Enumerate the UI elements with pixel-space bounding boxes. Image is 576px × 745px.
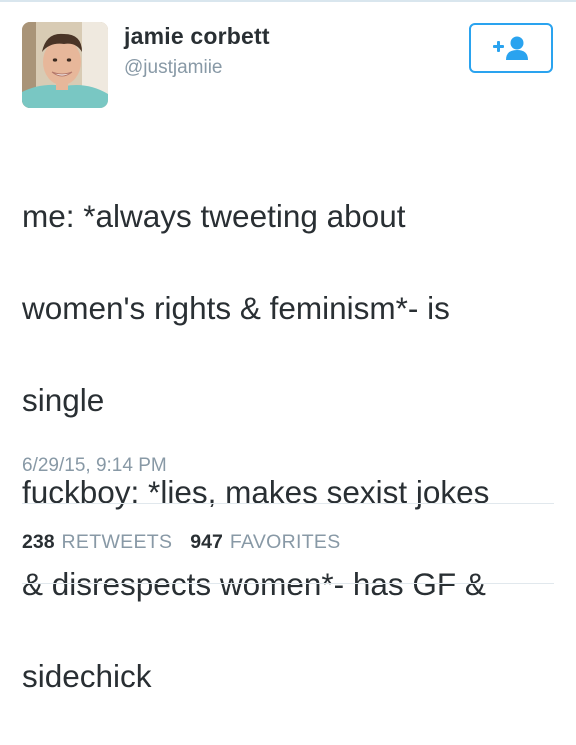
- tweet-line: single: [22, 382, 105, 418]
- display-name[interactable]: jamie corbett: [124, 23, 270, 50]
- profile-photo-icon: [22, 22, 108, 108]
- tweet-text: me: *always tweeting about women's right…: [22, 147, 562, 745]
- follow-user-icon: [493, 36, 528, 60]
- favorites-count: 947: [190, 531, 223, 553]
- divider: [22, 583, 554, 584]
- user-handle[interactable]: @justjamiie: [124, 57, 222, 79]
- retweets-count: 238: [22, 531, 55, 553]
- favorites-stat[interactable]: 947 FAVORITES: [190, 531, 340, 554]
- tweet-line: & disrespects women*- has GF &: [22, 566, 486, 602]
- tweet-line: women's rights & feminism*- is: [22, 290, 450, 326]
- follow-button[interactable]: [469, 23, 553, 73]
- tweet-line: sidechick: [22, 658, 152, 694]
- tweet-stats: 238 RETWEETS 947 FAVORITES: [22, 531, 359, 554]
- retweets-label: RETWEETS: [61, 531, 173, 553]
- favorites-label: FAVORITES: [229, 531, 341, 553]
- retweets-stat[interactable]: 238 RETWEETS: [22, 531, 172, 554]
- tweet-line: me: *always tweeting about: [22, 198, 406, 234]
- tweet-timestamp[interactable]: 6/29/15, 9:14 PM: [22, 455, 167, 477]
- avatar[interactable]: [22, 22, 108, 108]
- top-border: [0, 0, 576, 2]
- divider: [22, 503, 554, 504]
